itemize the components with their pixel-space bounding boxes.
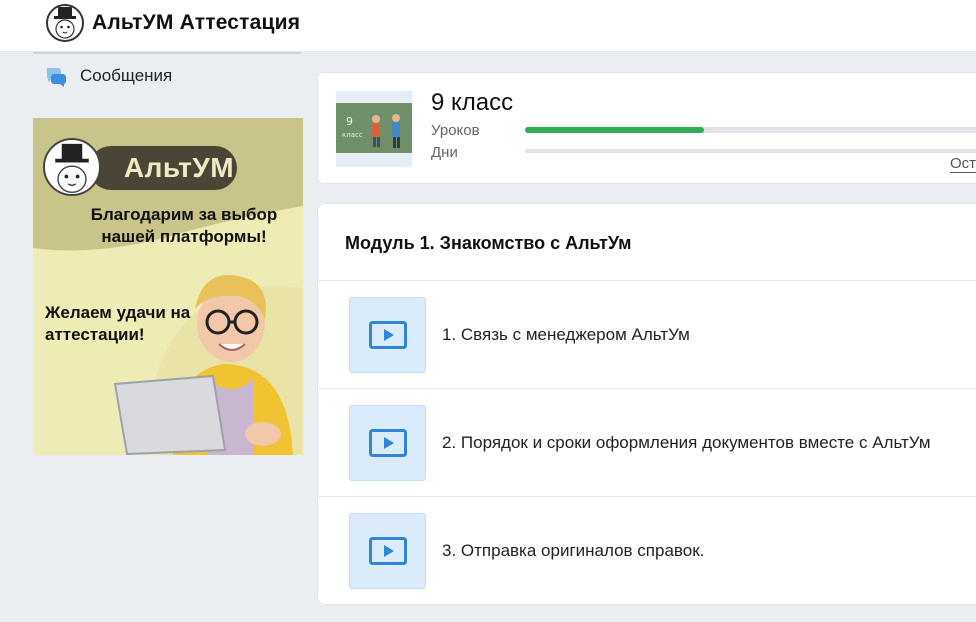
video-thumbnail[interactable] (349, 297, 426, 373)
lesson-item[interactable]: 3. Отправка оригиналов справок. (318, 496, 976, 604)
remaining-link[interactable]: Ост (950, 155, 976, 173)
banner-brand-pill: АльтУМ (89, 146, 237, 190)
video-play-icon (368, 321, 407, 349)
lesson-item[interactable]: 2. Порядок и сроки оформления документов… (318, 388, 976, 496)
days-progress-bar (525, 149, 976, 153)
svg-text:9: 9 (346, 115, 353, 128)
module-title: Модуль 1. Знакомство с АльтУм (345, 233, 632, 253)
boy-with-laptop-illustration (113, 274, 293, 455)
sidebar-item-messages[interactable]: Сообщения (44, 64, 172, 88)
svg-text:класс: класс (342, 131, 363, 139)
days-label: Дни (431, 144, 458, 161)
class-card[interactable]: 9 класс 9 класс Уроков Дни Ост (317, 72, 976, 184)
video-play-icon (368, 429, 407, 457)
video-play-icon (368, 537, 407, 565)
chat-bubbles-icon (46, 68, 67, 87)
video-thumbnail[interactable] (349, 513, 426, 589)
brand[interactable]: АльтУМ Аттестация (46, 4, 300, 42)
rabbit-logo-icon (46, 4, 84, 42)
promo-banner[interactable]: АльтУМ Благодарим за выбор нашей платфор… (33, 118, 303, 455)
lesson-title[interactable]: 2. Порядок и сроки оформления документов… (442, 433, 931, 453)
sidebar-divider (33, 52, 301, 54)
banner-brand: АльтУМ (123, 152, 235, 183)
module-card: Модуль 1. Знакомство с АльтУм 1. Связь с… (317, 203, 976, 605)
class-title: 9 класс (431, 89, 514, 116)
class-thumbnail: 9 класс (336, 91, 412, 167)
lessons-progress-fill (525, 127, 704, 133)
top-bar: АльтУМ Аттестация (0, 0, 976, 52)
lesson-item[interactable]: 1. Связь с менеджером АльтУм (318, 280, 976, 388)
sidebar-item-label: Сообщения (80, 66, 173, 85)
banner-rabbit-logo-icon (43, 138, 101, 196)
banner-thanks-text: Благодарим за выбор нашей платформы! (90, 205, 278, 246)
lessons-label: Уроков (431, 122, 480, 139)
lessons-progress-bar (525, 127, 976, 133)
video-thumbnail[interactable] (349, 405, 426, 481)
lesson-title[interactable]: 3. Отправка оригиналов справок. (442, 541, 704, 561)
app-title: АльтУМ Аттестация (92, 11, 301, 34)
lesson-title[interactable]: 1. Связь с менеджером АльтУм (442, 325, 690, 345)
